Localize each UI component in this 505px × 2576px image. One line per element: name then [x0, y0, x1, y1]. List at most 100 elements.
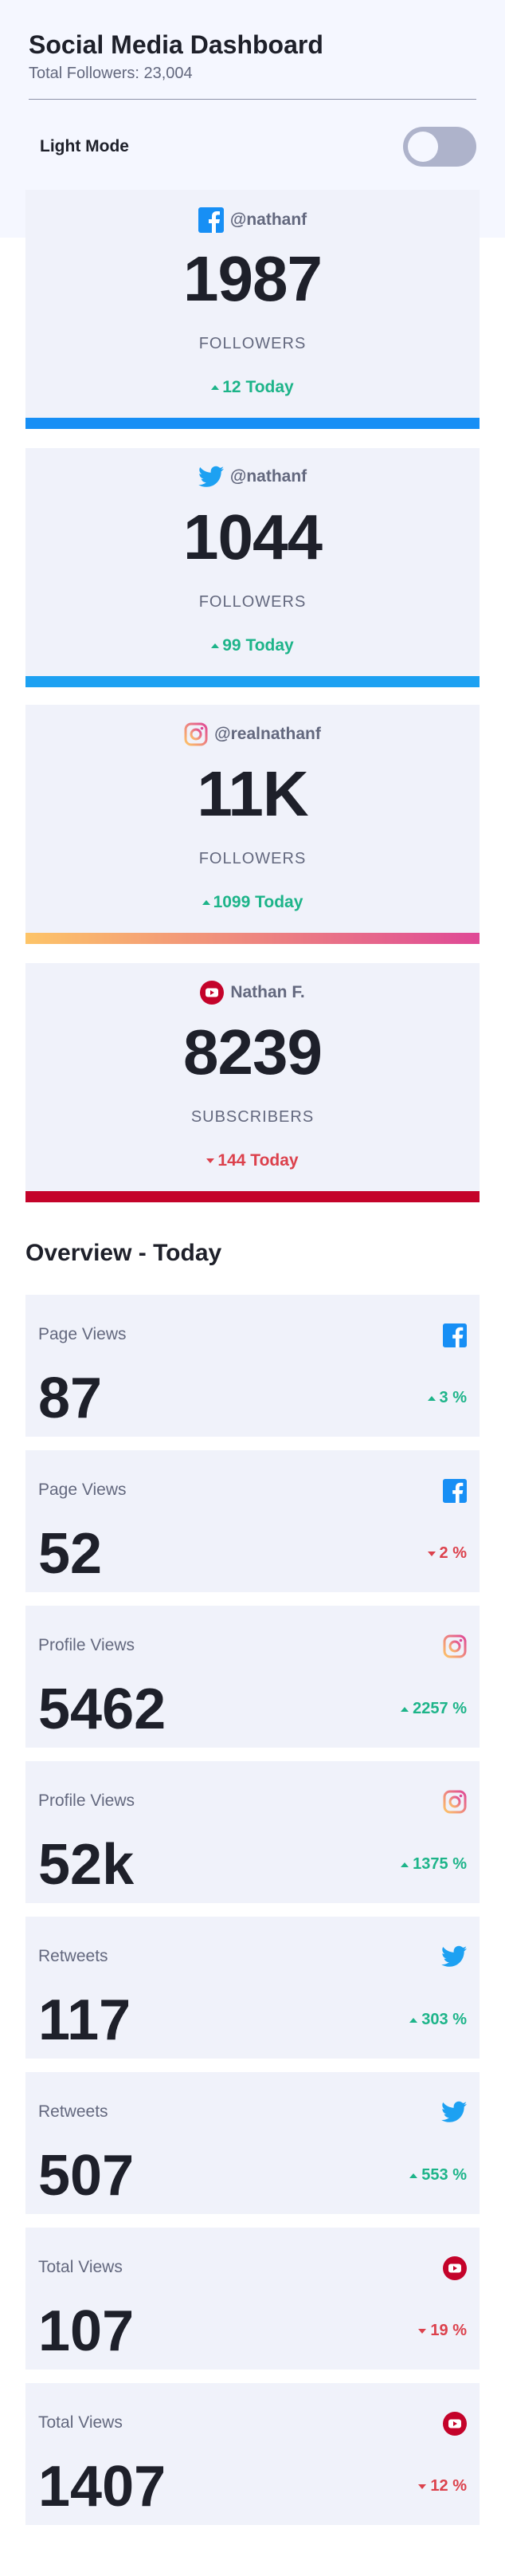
- overview-change-value: 303 %: [421, 2011, 467, 2028]
- follower-change-value: 144 Today: [217, 1151, 299, 1170]
- overview-change: 2257 %: [401, 1700, 467, 1718]
- overview-value: 507: [38, 2144, 135, 2208]
- overview-label: Page Views: [38, 1325, 127, 1343]
- follower-handle: @realnathanf: [214, 725, 321, 743]
- facebook-icon: [443, 1479, 467, 1503]
- overview-change-value: 553 %: [421, 2166, 467, 2184]
- follower-card-twitter[interactable]: @nathanf 1044 FOLLOWERS 99 Today: [25, 448, 480, 687]
- overview-value: 52k: [38, 1833, 135, 1897]
- overview-card[interactable]: Page Views 52 2 %: [25, 1450, 480, 1592]
- facebook-icon: [198, 207, 224, 233]
- follower-change: 99 Today: [25, 636, 480, 655]
- platform-accent-bar: [25, 676, 480, 687]
- arrow-up-icon: [401, 1706, 409, 1712]
- overview-label: Retweets: [38, 2102, 108, 2121]
- total-followers: Total Followers: 23,004: [29, 65, 193, 82]
- follower-change: 12 Today: [25, 378, 480, 397]
- follower-handle-row: Nathan F.: [25, 981, 480, 1005]
- overview-change: 19 %: [418, 2322, 467, 2340]
- twitter-icon: [441, 2101, 467, 2122]
- twitter-icon: [441, 1945, 467, 1967]
- follower-label: FOLLOWERS: [198, 850, 307, 867]
- arrow-down-icon: [206, 1158, 215, 1163]
- platform-accent-bar: [25, 1191, 480, 1202]
- arrow-up-icon: [211, 385, 220, 390]
- arrow-up-icon: [401, 1862, 409, 1867]
- overview-label: Retweets: [38, 1947, 108, 1965]
- arrow-down-icon: [427, 1551, 436, 1556]
- theme-toggle-row: Light Mode: [40, 126, 476, 167]
- arrow-up-icon: [211, 643, 220, 648]
- follower-card-instagram[interactable]: @realnathanf 11K FOLLOWERS 1099 Today: [25, 705, 480, 944]
- overview-change-value: 19 %: [430, 2322, 467, 2339]
- instagram-icon: [443, 1790, 467, 1814]
- overview-change-value: 2 %: [439, 1544, 467, 1562]
- toggle-knob: [408, 132, 438, 162]
- overview-change: 1375 %: [401, 1855, 467, 1874]
- overview-label: Profile Views: [38, 1636, 135, 1654]
- dashboard-header: Social Media Dashboard Total Followers: …: [29, 30, 476, 83]
- overview-value: 5462: [38, 1677, 166, 1741]
- follower-change: 144 Today: [25, 1151, 480, 1170]
- platform-accent-bar: [25, 933, 480, 944]
- youtube-icon: [200, 981, 225, 1005]
- overview-value: 117: [38, 1988, 131, 2052]
- follower-handle-row: @nathanf: [25, 466, 480, 488]
- overview-label: Profile Views: [38, 1791, 135, 1810]
- overview-label: Page Views: [38, 1481, 127, 1499]
- arrow-up-icon: [409, 2017, 418, 2023]
- overview-change-value: 1375 %: [413, 1855, 467, 1873]
- follower-count: 8239: [183, 1017, 323, 1087]
- page-title: Social Media Dashboard: [29, 30, 323, 59]
- overview-change-value: 2257 %: [413, 1700, 467, 1717]
- follower-count: 11K: [197, 758, 308, 829]
- overview-card[interactable]: Total Views 107 19 %: [25, 2228, 480, 2370]
- overview-change-value: 3 %: [439, 1389, 467, 1406]
- youtube-icon: [443, 2412, 467, 2436]
- youtube-icon: [443, 2256, 467, 2280]
- overview-title: Overview - Today: [25, 1240, 222, 1266]
- overview-card[interactable]: Retweets 117 303 %: [25, 1917, 480, 2059]
- follower-handle-row: @nathanf: [25, 207, 480, 233]
- overview-change: 303 %: [409, 2011, 467, 2029]
- follower-change-value: 1099 Today: [213, 893, 303, 911]
- arrow-up-icon: [409, 2173, 418, 2178]
- overview-value: 107: [38, 2299, 135, 2363]
- overview-card[interactable]: Retweets 507 553 %: [25, 2072, 480, 2214]
- overview-change: 2 %: [427, 1544, 467, 1563]
- theme-toggle-switch[interactable]: [403, 127, 476, 167]
- dashboard-page: Social Media Dashboard Total Followers: …: [0, 0, 505, 2576]
- overview-card[interactable]: Profile Views 52k 1375 %: [25, 1761, 480, 1903]
- arrow-down-icon: [418, 2484, 427, 2489]
- follower-card-youtube[interactable]: Nathan F. 8239 SUBSCRIBERS 144 Today: [25, 963, 480, 1202]
- follower-count: 1987: [183, 243, 323, 314]
- overview-change: 553 %: [409, 2166, 467, 2185]
- overview-card[interactable]: Total Views 1407 12 %: [25, 2383, 480, 2525]
- instagram-icon: [443, 1634, 467, 1658]
- arrow-up-icon: [202, 900, 210, 905]
- overview-value: 52: [38, 1522, 103, 1586]
- overview-change-value: 12 %: [430, 2477, 467, 2495]
- overview-card[interactable]: Profile Views 5462 2257 %: [25, 1606, 480, 1748]
- overview-change: 3 %: [427, 1389, 467, 1407]
- follower-card-facebook[interactable]: @nathanf 1987 FOLLOWERS 12 Today: [25, 190, 480, 429]
- overview-label: Total Views: [38, 2258, 123, 2276]
- platform-accent-bar: [25, 418, 480, 429]
- follower-handle: @nathanf: [229, 467, 307, 486]
- follower-label: FOLLOWERS: [198, 593, 307, 611]
- instagram-icon: [184, 722, 208, 746]
- follower-label: FOLLOWERS: [198, 335, 307, 352]
- arrow-up-icon: [427, 1395, 436, 1401]
- follower-change: 1099 Today: [25, 893, 480, 912]
- overview-value: 87: [38, 1367, 103, 1430]
- overview-label: Total Views: [38, 2413, 123, 2432]
- follower-handle: @nathanf: [229, 210, 307, 229]
- header-divider: [29, 99, 476, 100]
- follower-handle: Nathan F.: [230, 983, 305, 1001]
- twitter-icon: [198, 466, 224, 487]
- theme-mode-label: Light Mode: [40, 137, 129, 155]
- overview-card[interactable]: Page Views 87 3 %: [25, 1295, 480, 1437]
- overview-value: 1407: [38, 2455, 166, 2519]
- arrow-down-icon: [418, 2328, 427, 2334]
- overview-change: 12 %: [418, 2477, 467, 2495]
